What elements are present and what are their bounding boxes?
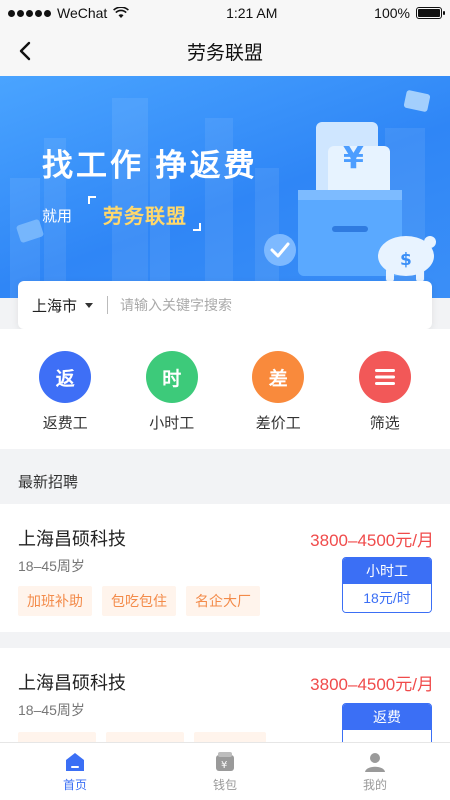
- category-label: 筛选: [369, 415, 400, 432]
- tab-home[interactable]: 首页: [0, 743, 150, 800]
- divider: [107, 296, 109, 314]
- status-left: WeChat: [8, 5, 130, 21]
- job-salary: 3800–4500元/月: [310, 531, 434, 550]
- promo-banner[interactable]: 找工作 挣返费 就用 劳务联盟 ¥ $: [0, 76, 450, 298]
- status-right: 100%: [374, 5, 445, 21]
- job-tag: 名企大厂: [186, 586, 260, 616]
- tab-label: 首页: [62, 777, 87, 792]
- tab-wallet[interactable]: ¥ 钱包: [150, 743, 300, 800]
- rebate-icon: 返: [39, 351, 92, 403]
- banner-headline: 找工作 挣返费: [42, 148, 258, 183]
- price-diff-icon: 差: [252, 351, 305, 403]
- job-tag: 包吃包住: [102, 586, 176, 616]
- banner-subtitle: 就用: [42, 208, 73, 225]
- city-selector[interactable]: 上海市: [32, 295, 94, 316]
- status-time: 1:21 AM: [226, 5, 278, 21]
- category-hourly-job[interactable]: 时 小时工: [127, 351, 217, 449]
- filter-icon: [358, 351, 411, 403]
- nav-bar: 劳务联盟: [0, 26, 450, 76]
- category-grid: 返 返费工 时 小时工 差 差价工 筛选: [0, 329, 450, 449]
- category-rebate-job[interactable]: 返 返费工: [20, 351, 110, 449]
- caret-down-icon: [85, 302, 94, 308]
- hourly-icon: 时: [145, 351, 198, 403]
- job-type-detail: 18元/时: [343, 584, 431, 612]
- wallet-icon: ¥: [216, 751, 234, 771]
- status-bar: WeChat 1:21 AM 100%: [0, 0, 450, 26]
- tab-profile[interactable]: 我的: [300, 743, 450, 800]
- section-title: 最新招聘: [18, 473, 79, 491]
- job-tags: 加班补助 包吃包住 名企大厂: [18, 586, 260, 616]
- job-type-badge: 小时工 18元/时: [342, 557, 432, 613]
- job-age-range: 18–45周岁: [18, 558, 85, 574]
- banner-brand: 劳务联盟: [103, 206, 187, 228]
- carrier-name: WeChat: [57, 5, 108, 21]
- job-type: 小时工: [343, 558, 431, 584]
- category-filter[interactable]: 筛选: [340, 351, 430, 449]
- battery-percent: 100%: [374, 5, 410, 21]
- category-price-diff-job[interactable]: 差 差价工: [233, 351, 323, 449]
- bracket-decoration: [88, 196, 96, 204]
- job-salary: 3800–4500元/月: [310, 675, 434, 694]
- job-tag: 加班补助: [18, 586, 92, 616]
- page-title: 劳务联盟: [186, 42, 263, 64]
- city-label: 上海市: [32, 297, 78, 315]
- category-label: 小时工: [149, 415, 195, 432]
- search-input[interactable]: [120, 297, 418, 313]
- search-bar: 上海市: [18, 281, 432, 329]
- job-company: 上海昌硕科技: [18, 529, 126, 549]
- job-company: 上海昌硕科技: [18, 673, 126, 693]
- money-box-illustration: ¥ $: [264, 122, 436, 282]
- home-icon: [66, 752, 84, 771]
- battery-icon: [415, 7, 445, 19]
- tab-label: 钱包: [212, 777, 237, 792]
- tab-bar: 首页 ¥ 钱包 我的: [0, 742, 450, 800]
- back-button[interactable]: [12, 38, 38, 64]
- wifi-icon: [113, 7, 130, 18]
- job-card[interactable]: 上海昌硕科技 3800–4500元/月 18–45周岁 加班补助 包吃包住 名企…: [0, 504, 450, 632]
- signal-strength-icon: [8, 9, 51, 17]
- svg-text:¥: ¥: [343, 141, 364, 176]
- chevron-left-icon: [19, 41, 31, 61]
- profile-icon: [365, 752, 385, 772]
- category-label: 差价工: [255, 415, 301, 432]
- svg-text:$: $: [400, 250, 412, 270]
- svg-text:¥: ¥: [221, 760, 227, 771]
- tab-label: 我的: [362, 777, 387, 792]
- bracket-decoration: [193, 223, 201, 231]
- job-age-range: 18–45周岁: [18, 702, 85, 718]
- category-label: 返费工: [42, 415, 88, 432]
- job-type: 返费: [343, 704, 431, 730]
- wallet-decoration-icon: [403, 90, 431, 112]
